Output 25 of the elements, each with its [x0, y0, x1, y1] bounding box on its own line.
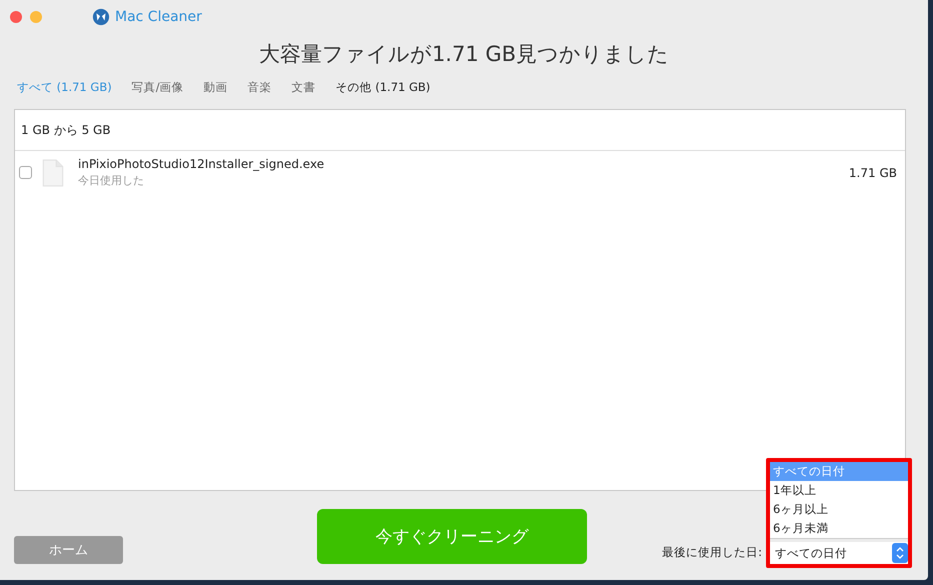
file-name: inPixioPhotoStudio12Installer_signed.exe [78, 157, 326, 171]
minimize-button[interactable] [30, 11, 42, 23]
app-logo-icon [92, 8, 110, 26]
date-option[interactable]: 6ヶ月以上 [770, 500, 908, 519]
date-option[interactable]: 1年以上 [770, 481, 908, 500]
category-tab[interactable]: 動画 [204, 80, 228, 95]
category-tab[interactable]: すべて (1.71 GB) [17, 80, 112, 95]
app-name: Mac Cleaner [115, 9, 202, 25]
date-option[interactable]: 6ヶ月未満 [770, 519, 908, 538]
category-tab[interactable]: 写真/画像 [132, 80, 184, 95]
last-used-label: 最後に使用した日: [662, 545, 762, 560]
close-button[interactable] [10, 11, 22, 23]
page-heading: 大容量ファイルが1.71 GB見つかりました [258, 41, 670, 68]
file-size: 1.71 GB [848, 166, 897, 180]
date-option[interactable]: すべての日付 [770, 462, 908, 481]
document-icon [42, 158, 64, 186]
category-tab[interactable]: その他 (1.71 GB) [336, 80, 430, 95]
home-button[interactable]: ホーム [14, 536, 123, 564]
file-checkbox[interactable] [19, 166, 32, 179]
last-used-text: 今日使用した [78, 173, 145, 188]
group-header: 1 GB から 5 GB [21, 122, 111, 138]
category-tab[interactable]: 文書 [292, 80, 316, 95]
stepper-icon [892, 543, 908, 563]
category-tab[interactable]: 音楽 [248, 80, 272, 95]
date-select[interactable]: すべての日付 [770, 542, 908, 564]
